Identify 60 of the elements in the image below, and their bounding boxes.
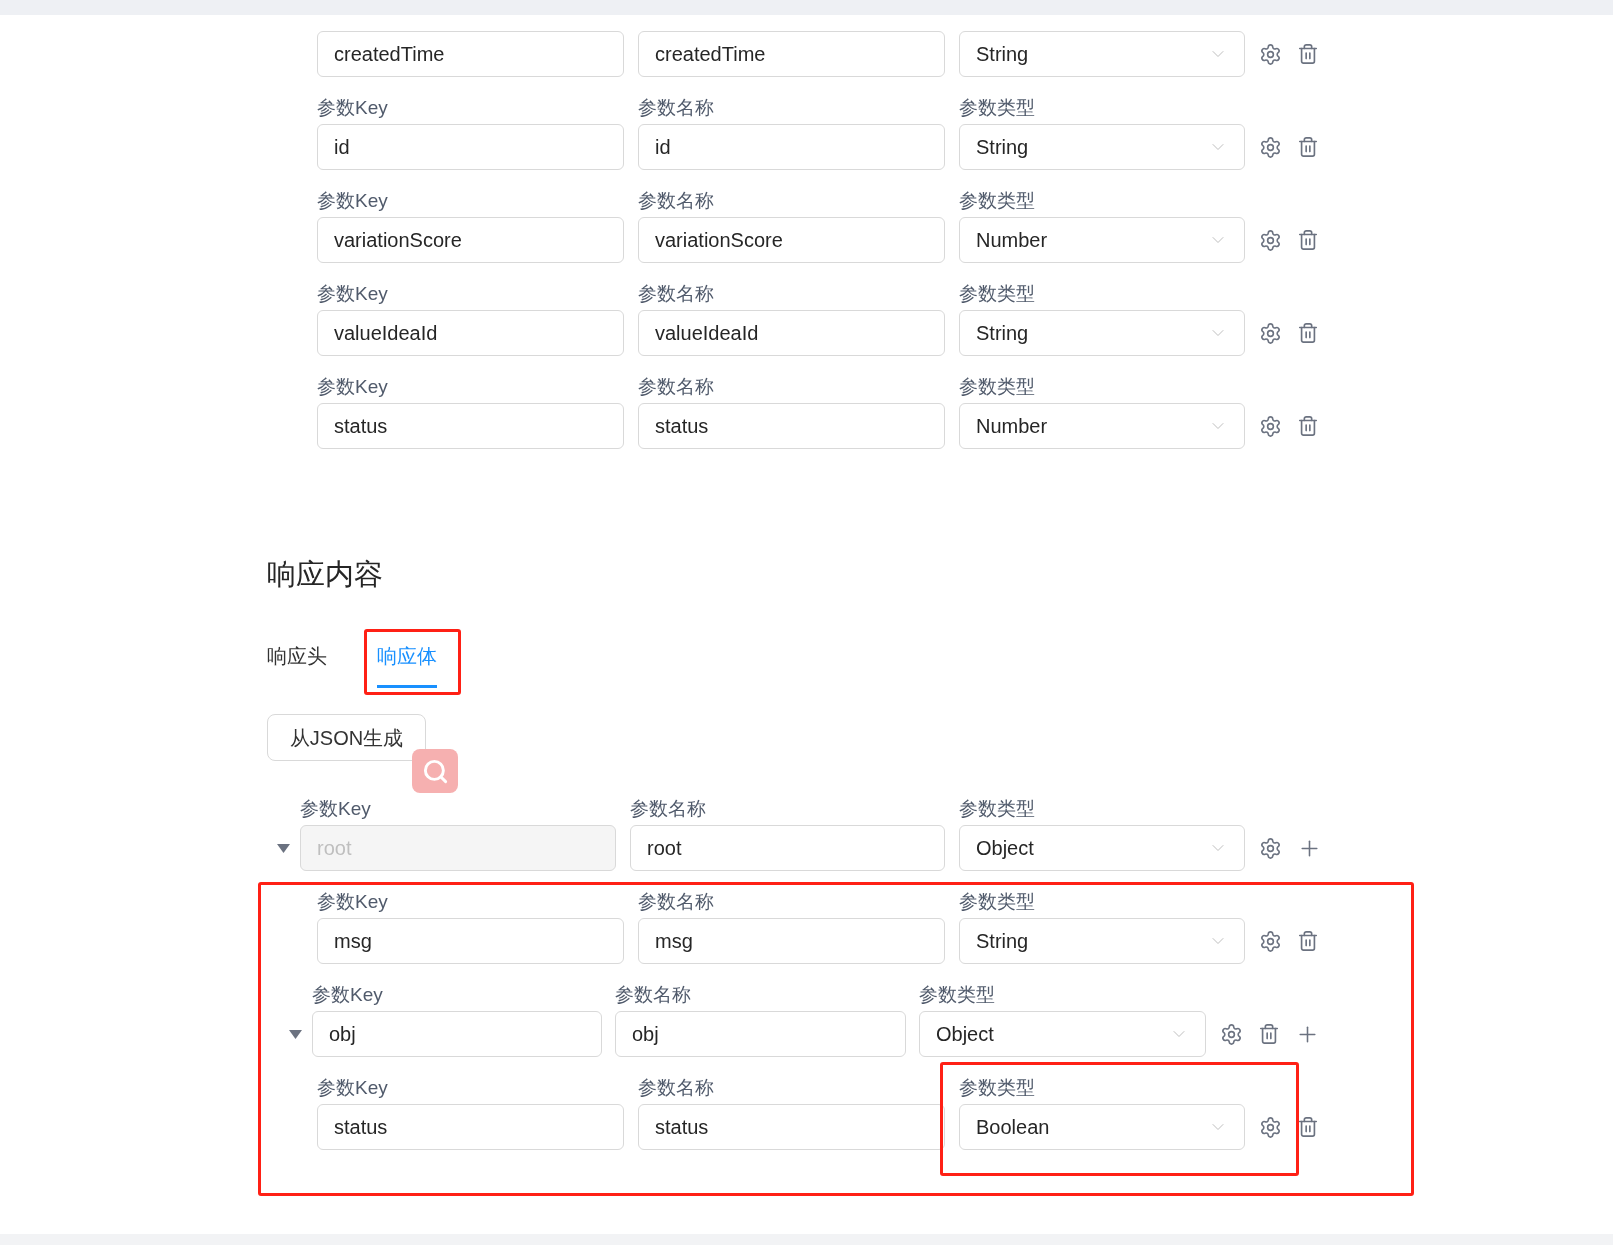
name-label: 参数名称: [630, 797, 707, 821]
type-label: 参数类型: [959, 282, 1036, 306]
trash-icon[interactable]: [1297, 415, 1319, 437]
trash-icon[interactable]: [1297, 136, 1319, 158]
trash-icon[interactable]: [1297, 229, 1319, 251]
name-field[interactable]: createdTime: [638, 31, 945, 77]
settings-icon[interactable]: [1259, 228, 1282, 252]
trash-icon[interactable]: [1258, 1023, 1280, 1045]
settings-icon[interactable]: [1259, 1115, 1282, 1139]
search-icon: [421, 757, 449, 785]
key-label: 参数Key: [317, 1076, 389, 1100]
key-label: 参数Key: [312, 983, 384, 1007]
settings-icon[interactable]: [1259, 42, 1282, 66]
settings-icon[interactable]: [1259, 414, 1282, 438]
name-label: 参数名称: [638, 282, 715, 306]
name-label: 参数名称: [638, 1076, 715, 1100]
section-heading: 响应内容: [267, 557, 383, 592]
trash-icon[interactable]: [1297, 1116, 1319, 1138]
name-label: 参数名称: [638, 189, 715, 213]
key-field[interactable]: createdTime: [317, 31, 624, 77]
type-select[interactable]: String: [959, 31, 1245, 77]
settings-icon[interactable]: [1259, 321, 1282, 345]
name-label: 参数名称: [638, 890, 715, 914]
settings-icon[interactable]: [1259, 836, 1282, 860]
key-label: 参数Key: [317, 890, 389, 914]
type-label: 参数类型: [959, 375, 1036, 399]
name-field[interactable]: variationScore: [638, 217, 945, 263]
name-field[interactable]: id: [638, 124, 945, 170]
key-field[interactable]: variationScore: [317, 217, 624, 263]
settings-icon[interactable]: [1220, 1022, 1243, 1046]
type-select[interactable]: Number: [959, 217, 1245, 263]
type-select[interactable]: String: [959, 124, 1245, 170]
trash-icon[interactable]: [1297, 43, 1319, 65]
generate-button[interactable]: 从JSON生成: [267, 714, 426, 761]
key-label: 参数Key: [317, 189, 389, 213]
key-label: 参数Key: [317, 96, 389, 120]
type-label: 参数类型: [959, 797, 1036, 821]
settings-icon[interactable]: [1259, 135, 1282, 159]
key-label: 参数Key: [300, 797, 372, 821]
name-field[interactable]: status: [638, 403, 945, 449]
type-label: 参数类型: [959, 1076, 1036, 1100]
type-select[interactable]: String: [959, 310, 1245, 356]
name-field[interactable]: valueIdeaId: [638, 310, 945, 356]
trash-icon[interactable]: [1297, 322, 1319, 344]
key-label: 参数Key: [317, 282, 389, 306]
settings-icon[interactable]: [1259, 929, 1282, 953]
key-label: 参数Key: [317, 375, 389, 399]
key-field[interactable]: valueIdeaId: [317, 310, 624, 356]
key-field[interactable]: status: [317, 403, 624, 449]
name-label: 参数名称: [615, 983, 692, 1007]
key-field[interactable]: id: [317, 124, 624, 170]
type-label: 参数类型: [959, 890, 1036, 914]
type-label: 参数类型: [959, 96, 1036, 120]
name-label: 参数名称: [638, 375, 715, 399]
type-label: 参数类型: [959, 189, 1036, 213]
name-label: 参数名称: [638, 96, 715, 120]
type-select[interactable]: Number: [959, 403, 1245, 449]
type-label: 参数类型: [919, 983, 996, 1007]
tab[interactable]: 响应头: [267, 642, 327, 688]
trash-icon[interactable]: [1297, 930, 1319, 952]
